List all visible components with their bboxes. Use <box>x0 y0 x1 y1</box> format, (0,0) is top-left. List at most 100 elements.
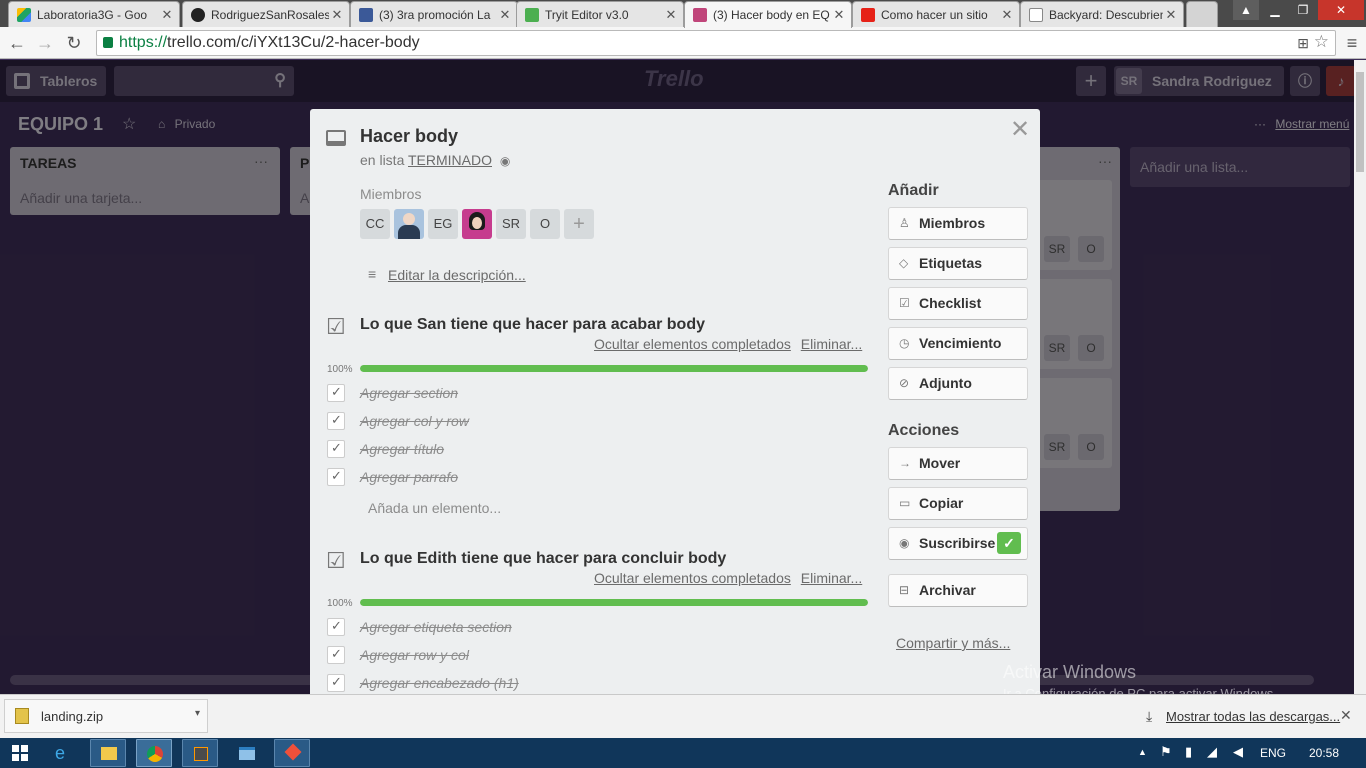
delete-checklist-link[interactable]: Eliminar... <box>801 570 862 586</box>
copy-button[interactable]: ▭ Copiar <box>888 487 1028 520</box>
browser-tab[interactable]: Como hacer un sitio ✕ <box>852 1 1020 27</box>
chrome-icon[interactable] <box>136 739 172 767</box>
checkbox-checked[interactable]: ✓ <box>327 412 345 430</box>
language-indicator[interactable]: ENG <box>1260 746 1286 760</box>
forward-arrow-icon[interactable]: → <box>33 31 57 55</box>
browser-tab[interactable]: Tryit Editor v3.0 ✕ <box>516 1 684 27</box>
avatar[interactable]: O <box>530 209 560 239</box>
avatar[interactable] <box>462 209 492 239</box>
close-tab-icon[interactable]: ✕ <box>1163 7 1179 23</box>
drive-icon <box>17 7 31 22</box>
delete-checklist-link[interactable]: Eliminar... <box>801 336 862 352</box>
checklist-title[interactable]: Lo que San tiene que hacer para acabar b… <box>360 316 705 334</box>
close-tab-icon[interactable]: ✕ <box>159 7 175 23</box>
checkbox-checked[interactable]: ✓ <box>327 674 345 692</box>
checkbox-checked[interactable]: ✓ <box>327 440 345 458</box>
download-menu-icon[interactable]: ▾ <box>195 708 200 719</box>
hide-completed-link[interactable]: Ocultar elementos completados <box>594 570 791 586</box>
window-app-icon[interactable] <box>228 739 264 767</box>
close-icon[interactable]: ✕ <box>1010 115 1030 144</box>
user-icon[interactable]: ▲ <box>1233 0 1259 20</box>
minimize-button[interactable]: ▁ <box>1262 0 1288 20</box>
close-tab-icon[interactable]: ✕ <box>329 7 345 23</box>
avatar[interactable]: CC <box>360 209 390 239</box>
new-tab-button[interactable] <box>1186 1 1218 27</box>
back-arrow-icon[interactable]: ← <box>5 31 29 55</box>
address-bar[interactable]: https://trello.com/c/iYXt13Cu/2-hacer-bo… <box>96 30 1336 56</box>
labels-button[interactable]: ◇ Etiquetas <box>888 247 1028 280</box>
checklist-item[interactable]: Agregar row y col <box>360 647 469 663</box>
tray-expand-icon[interactable]: ▲ <box>1138 747 1147 757</box>
browser-tab[interactable]: (3) 3ra promoción La ✕ <box>350 1 518 27</box>
edit-description-link[interactable]: Editar la descripción... <box>388 267 526 283</box>
checkbox-checked[interactable]: ✓ <box>327 468 345 486</box>
checklist-progress-bar <box>360 599 868 606</box>
flag-icon[interactable]: ⚑ <box>1160 744 1172 760</box>
share-label: Compartir y más... <box>896 635 1011 651</box>
wifi-icon[interactable]: ◢ <box>1207 744 1217 760</box>
close-tab-icon[interactable]: ✕ <box>663 7 679 23</box>
button-label: Checklist <box>919 295 982 311</box>
tab-title: (3) 3ra promoción La <box>379 7 491 22</box>
due-date-button[interactable]: ◷ Vencimiento <box>888 327 1028 360</box>
browser-tab[interactable]: Laboratoria3G - Goo ✕ <box>8 1 180 27</box>
volume-icon[interactable]: ◀ <box>1233 744 1243 760</box>
checkbox-checked[interactable]: ✓ <box>327 646 345 664</box>
battery-icon[interactable]: ▮ <box>1185 744 1192 760</box>
attachment-button[interactable]: ⊘ Adjunto <box>888 367 1028 400</box>
windows-start-icon[interactable] <box>12 745 28 761</box>
download-item[interactable]: landing.zip ▾ <box>4 699 208 733</box>
avatar[interactable]: EG <box>428 209 458 239</box>
star-icon[interactable]: ☆ <box>1314 30 1329 54</box>
checklist-item[interactable]: Agregar col y row <box>360 413 469 429</box>
file-explorer-icon[interactable] <box>90 739 126 767</box>
checkbox-checked[interactable]: ✓ <box>327 384 345 402</box>
list-name-link[interactable]: TERMINADO <box>408 152 492 168</box>
archive-button[interactable]: ⊟ Archivar <box>888 574 1028 607</box>
translate-icon[interactable]: ⊞ <box>1297 31 1309 55</box>
share-link[interactable]: Compartir y más... <box>896 635 1010 651</box>
clock[interactable]: 20:58 <box>1309 746 1339 760</box>
internet-explorer-icon[interactable]: e <box>44 739 80 767</box>
move-button[interactable]: → Mover <box>888 447 1028 480</box>
vertical-scrollbar[interactable] <box>1354 60 1366 694</box>
checklist-item[interactable]: Agregar título <box>360 441 444 457</box>
show-all-downloads-link[interactable]: Mostrar todas las descargas... <box>1166 709 1340 724</box>
sublime-text-icon[interactable] <box>182 739 218 767</box>
checklist-item[interactable]: Agregar section <box>360 385 458 401</box>
lock-icon <box>103 37 113 48</box>
close-tab-icon[interactable]: ✕ <box>999 7 1015 23</box>
card-list-info: en lista TERMINADO ◉ <box>360 152 510 168</box>
checklist-item[interactable]: Agregar parrafo <box>360 469 458 485</box>
reload-icon[interactable]: ↻ <box>62 31 86 55</box>
menu-icon[interactable]: ≡ <box>1340 31 1364 55</box>
git-icon[interactable] <box>274 739 310 767</box>
restore-button[interactable]: ❐ <box>1290 0 1316 20</box>
browser-tab[interactable]: RodriguezSanRosales ✕ <box>182 1 350 27</box>
scrollbar-thumb[interactable] <box>1356 72 1364 172</box>
button-label: Etiquetas <box>919 255 983 271</box>
browser-tab[interactable]: Backyard: Descubrien ✕ <box>1020 1 1184 27</box>
subscribe-button[interactable]: ◉ Suscribirse ✓ <box>888 527 1028 560</box>
checklist-item[interactable]: Agregar etiqueta section <box>360 619 512 635</box>
checklist-actions: Ocultar elementos completados Eliminar..… <box>594 570 862 586</box>
actions-heading: Acciones <box>888 422 960 439</box>
add-item-link[interactable]: Añada un elemento... <box>368 500 501 516</box>
checklist-button[interactable]: ☑ Checklist <box>888 287 1028 320</box>
avatar[interactable]: SR <box>496 209 526 239</box>
checklist-item[interactable]: Agregar encabezado (h1) <box>360 675 519 691</box>
close-tab-icon[interactable]: ✕ <box>497 7 513 23</box>
checklist-title[interactable]: Lo que Edith tiene que hacer para conclu… <box>360 550 726 568</box>
browser-tab-active[interactable]: (3) Hacer body en EQ ✕ <box>684 1 852 28</box>
checkbox-checked[interactable]: ✓ <box>327 618 345 636</box>
members-button[interactable]: ♙ Miembros <box>888 207 1028 240</box>
avatar[interactable] <box>394 209 424 239</box>
close-window-button[interactable]: ✕ <box>1318 0 1364 20</box>
tag-icon: ◇ <box>899 256 909 270</box>
add-member-button[interactable]: + <box>564 209 594 239</box>
hide-completed-link[interactable]: Ocultar elementos completados <box>594 336 791 352</box>
close-tab-icon[interactable]: ✕ <box>831 7 847 23</box>
close-download-bar-icon[interactable]: ✕ <box>1340 707 1352 724</box>
card-title[interactable]: Hacer body <box>360 126 458 147</box>
browser-toolbar: ← → ↻ https://trello.com/c/iYXt13Cu/2-ha… <box>0 27 1366 59</box>
